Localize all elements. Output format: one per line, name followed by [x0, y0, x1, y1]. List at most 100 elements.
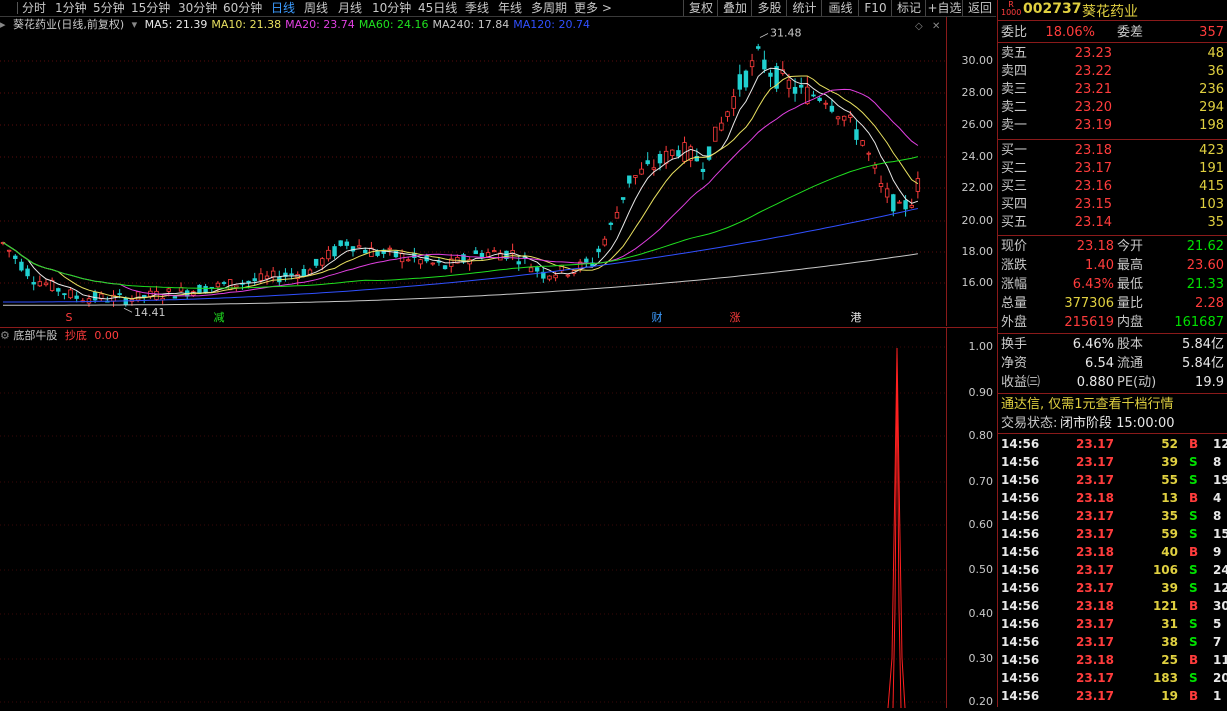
weibi-label: 委比: [1001, 25, 1028, 40]
ad-link[interactable]: 通达信, 仅需1元查看千档行情: [998, 395, 1227, 414]
candle-body: [878, 183, 884, 187]
tick-count: 8: [1213, 509, 1222, 523]
indicator-legend: ⚙ 底部牛股 抄底 0.00: [0, 328, 119, 344]
toolbar-button-5[interactable]: F10: [858, 0, 892, 16]
toolbar-button-4[interactable]: 画线: [821, 0, 859, 16]
candle-body: [872, 164, 878, 169]
toolbar-button-8[interactable]: 返回: [962, 0, 997, 16]
tick-price: 23.17: [1076, 581, 1114, 595]
event-marker-2[interactable]: 财: [650, 312, 664, 324]
candle-body: [344, 241, 350, 246]
toolbar-button-2[interactable]: 多股: [751, 0, 787, 16]
bid-row[interactable]: 买五 23.14 35: [998, 213, 1227, 232]
divider: [998, 433, 1227, 434]
event-marker-4[interactable]: 港: [849, 312, 863, 324]
tab-2[interactable]: 5分钟: [93, 0, 125, 16]
collapse-icon[interactable]: ▸: [0, 18, 6, 31]
candle-body: [756, 46, 761, 49]
diamond-icon[interactable]: ◇: [915, 21, 923, 32]
stat-label: 净资: [1001, 356, 1028, 371]
candle-body: [762, 59, 767, 70]
toolbar-button-3[interactable]: 统计: [786, 0, 822, 16]
stat-value: 6.43%: [1072, 277, 1114, 292]
tab-13[interactable]: 多周期: [531, 0, 567, 16]
ask-label: 卖四: [1001, 64, 1028, 79]
tab-14[interactable]: 更多 >: [574, 0, 612, 16]
tick-time: 14:56: [1001, 635, 1040, 649]
event-marker-0[interactable]: S: [62, 312, 76, 324]
tick-price: 23.17: [1076, 473, 1114, 487]
ask-row[interactable]: 卖五 23.23 48: [998, 44, 1227, 63]
tab-4[interactable]: 30分钟: [178, 0, 217, 16]
candle-body: [418, 259, 423, 265]
stat-value: 21.62: [1186, 239, 1224, 254]
candle-body: [37, 281, 43, 287]
tick-side: S: [1189, 563, 1198, 577]
stock-name: 葵花药业: [1082, 4, 1138, 20]
bid-row[interactable]: 买二 23.17 191: [998, 159, 1227, 178]
candle-body: [56, 288, 61, 292]
ma20-line: [2, 88, 919, 297]
ask-volume: 198: [1199, 118, 1224, 133]
tick-volume: 31: [1161, 617, 1178, 631]
status-row: 交易状态: 闭市阶段 15:00:00: [998, 414, 1227, 433]
divider: [998, 139, 1227, 140]
toolbar-button-0[interactable]: 复权: [683, 0, 718, 16]
indicator-panel[interactable]: [0, 327, 946, 709]
candle-body: [725, 111, 730, 117]
candle-body: [172, 296, 178, 299]
ask-row[interactable]: 卖一 23.19 198: [998, 116, 1227, 135]
price-tick-label: 20.00: [961, 214, 994, 227]
ask-row[interactable]: 卖三 23.21 236: [998, 80, 1227, 99]
candlestick-chart[interactable]: 31.48 14.41 ◇ ✕: [0, 17, 946, 326]
tick-time: 14:56: [1001, 473, 1040, 487]
tab-9[interactable]: 10分钟: [372, 0, 411, 16]
stat-value: 21.33: [1186, 277, 1224, 292]
candle-body: [74, 295, 79, 299]
stat-label: 流通: [1117, 356, 1144, 371]
bid-label: 买三: [1001, 179, 1028, 194]
candle-body: [799, 84, 804, 88]
toolbar-button-7[interactable]: +自选: [925, 0, 963, 16]
event-marker-1[interactable]: 减: [212, 312, 226, 324]
tick-row: 14:56 23.17 106 S 24: [998, 561, 1227, 579]
candle-body: [713, 126, 718, 142]
tick-row: 14:56 23.17 39 S 12: [998, 579, 1227, 597]
tick-side: B: [1189, 653, 1199, 667]
tab-3[interactable]: 15分钟: [131, 0, 170, 16]
tab-12[interactable]: 年线: [498, 0, 522, 16]
stat-row: 净资 6.54 流通 5.84亿: [998, 354, 1227, 373]
price-chart-svg[interactable]: 31.48 14.41 ◇ ✕: [0, 17, 946, 326]
tick-row: 14:56 23.17 52 B 12: [998, 435, 1227, 453]
event-marker-3[interactable]: 涨: [728, 312, 742, 324]
price-tick-label: 18.00: [961, 245, 994, 258]
dropdown-icon[interactable]: ▾: [132, 18, 138, 31]
indicator-chart-svg[interactable]: [0, 328, 946, 709]
bid-row[interactable]: 买三 23.16 415: [998, 177, 1227, 196]
stat-row: 总量 377306 量比 2.28: [998, 294, 1227, 313]
tab-11[interactable]: 季线: [465, 0, 489, 16]
tab-7[interactable]: 周线: [304, 0, 328, 16]
tab-10[interactable]: 45日线: [418, 0, 457, 16]
toolbar-button-6[interactable]: 标记: [891, 0, 926, 16]
tab-5[interactable]: 60分钟: [223, 0, 262, 16]
close-icon[interactable]: ✕: [932, 21, 940, 32]
candle-body: [406, 259, 411, 262]
tab-1[interactable]: 1分钟: [55, 0, 87, 16]
bid-row[interactable]: 买一 23.18 423: [998, 141, 1227, 160]
indicator-name[interactable]: 底部牛股: [13, 329, 57, 342]
bid-row[interactable]: 买四 23.15 103: [998, 195, 1227, 214]
tab-6[interactable]: 日线: [271, 0, 295, 16]
tab-0[interactable]: 分时: [22, 0, 46, 16]
candle-body: [86, 298, 92, 304]
tick-volume: 55: [1161, 473, 1178, 487]
settings-icon[interactable]: ⚙: [0, 329, 10, 342]
candle-body: [848, 114, 853, 118]
candle-body: [246, 280, 251, 284]
ad-text[interactable]: 通达信, 仅需1元查看千档行情: [1001, 395, 1174, 414]
ask-row[interactable]: 卖四 23.22 36: [998, 62, 1227, 81]
tick-row: 14:56 23.17 39 S 8: [998, 453, 1227, 471]
toolbar-button-1[interactable]: 叠加: [717, 0, 752, 16]
tab-8[interactable]: 月线: [338, 0, 362, 16]
ask-row[interactable]: 卖二 23.20 294: [998, 98, 1227, 117]
